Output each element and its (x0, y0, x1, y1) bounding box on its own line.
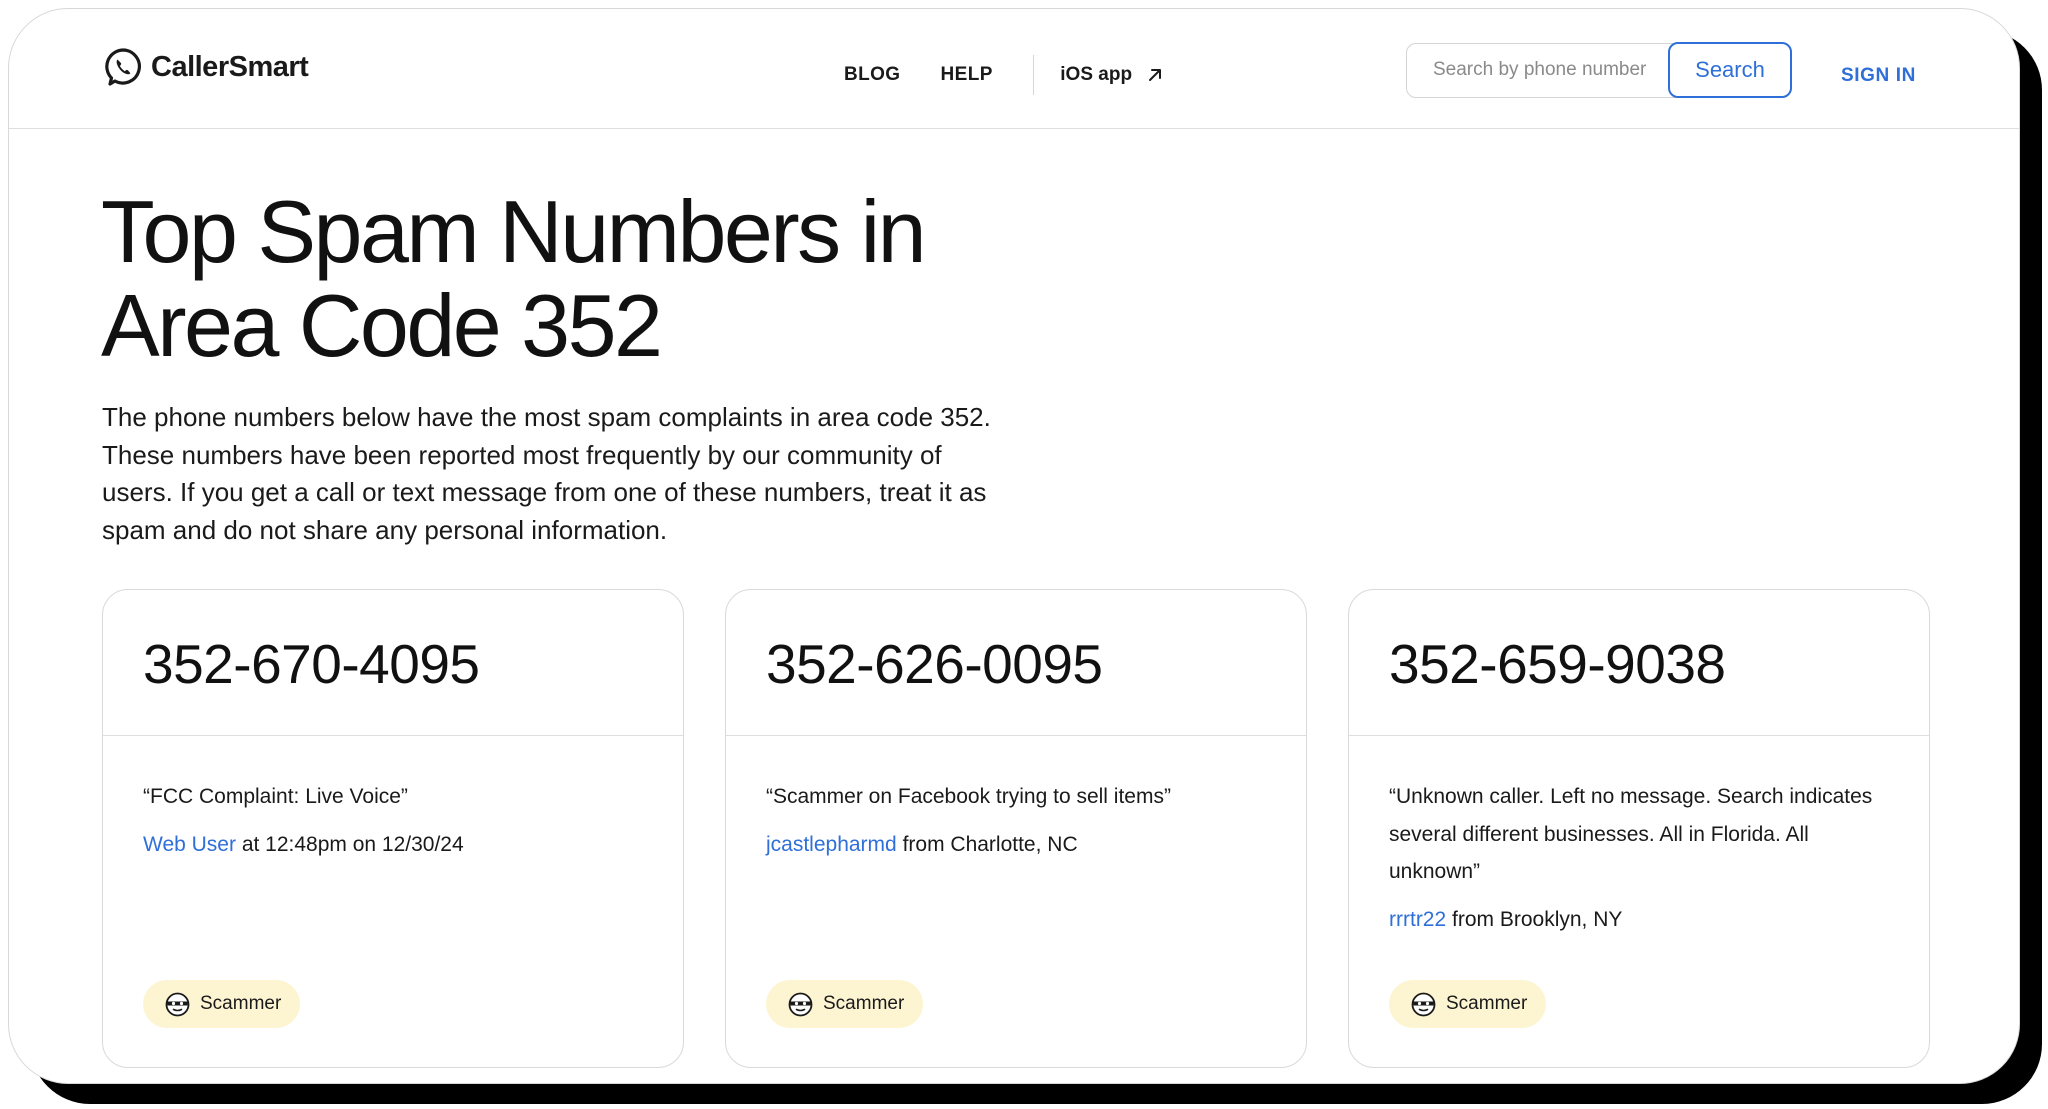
masked-face-icon (1411, 992, 1436, 1016)
intro-line: spam and do not share any personal infor… (102, 514, 668, 545)
phone-search-input[interactable] (1407, 44, 1669, 96)
report-meta: Web User at 12:48pm on 12/30/24 (143, 830, 643, 860)
main-nav: BLOG HELP iOS app (844, 55, 1164, 95)
badge-label: Scammer (823, 993, 905, 1014)
report-detail: from Brooklyn, NY (1446, 907, 1623, 931)
scammer-badge: Scammer (1389, 980, 1547, 1028)
page-title-line-2: Area Code 352 (101, 276, 663, 375)
logo[interactable]: CallerSmart (103, 47, 309, 87)
card-body: “Scammer on Facebook trying to sell item… (726, 736, 1306, 860)
nav-divider (1032, 55, 1035, 95)
phone-number[interactable]: 352-626-0095 (766, 632, 1306, 696)
card-header: 352-626-0095 (726, 590, 1306, 736)
badge-label: Scammer (200, 993, 282, 1014)
nav-blog-link[interactable]: BLOG (844, 64, 901, 86)
card-header: 352-659-9038 (1349, 590, 1929, 736)
nav-help-link[interactable]: HELP (941, 64, 993, 86)
scammer-badge: Scammer (143, 980, 301, 1028)
quote-line: “Unknown caller. Left no message. Search… (1389, 785, 1873, 808)
reporter-link[interactable]: jcastlepharmd (766, 833, 897, 856)
spam-number-card[interactable]: 352-670-4095 “FCC Complaint: Live Voice”… (102, 589, 684, 1068)
intro-paragraph: The phone numbers below have the most sp… (102, 399, 1032, 549)
complaint-quote: “Scammer on Facebook trying to sell item… (766, 785, 1171, 808)
badge-label: Scammer (1446, 993, 1528, 1014)
reporter-link[interactable]: rrrtr22 (1389, 908, 1446, 931)
logo-text: CallerSmart (151, 50, 309, 83)
intro-line: The phone numbers below have the most sp… (102, 402, 991, 432)
report-detail: from Charlotte, NC (896, 832, 1078, 856)
intro-line: These numbers have been reported most fr… (102, 439, 942, 470)
reporter-link[interactable]: Web User (143, 833, 236, 856)
page-title-line-1: Top Spam Numbers in (101, 182, 927, 281)
phone-logo-icon (105, 48, 141, 86)
masked-face-icon (165, 992, 190, 1016)
search-button[interactable]: Search (1668, 42, 1792, 98)
external-link-arrow-icon (1149, 69, 1162, 81)
card-body: “Unknown caller. Left no message. Search… (1349, 736, 1929, 935)
ios-app-label: iOS app (1060, 64, 1133, 85)
intro-line: users. If you get a call or text message… (102, 477, 987, 507)
sign-in-link[interactable]: SIGN IN (1841, 65, 1916, 87)
quote-line: several different businesses. All in Flo… (1389, 822, 1809, 846)
page-frame: CallerSmart BLOG HELP iOS app Search SIG… (0, 0, 2048, 1109)
report-meta: jcastlepharmd from Charlotte, NC (766, 830, 1266, 860)
card-header: 352-670-4095 (103, 590, 683, 736)
phone-search-form: Search (1406, 42, 1792, 98)
masked-face-icon (788, 992, 813, 1016)
site-header: CallerSmart BLOG HELP iOS app Search SIG… (9, 9, 2019, 129)
card-body: “FCC Complaint: Live Voice” Web User at … (103, 736, 683, 860)
quote-line: unknown” (1389, 860, 1481, 883)
spam-number-card[interactable]: 352-626-0095 “Scammer on Facebook trying… (725, 589, 1307, 1068)
report-meta: rrrtr22 from Brooklyn, NY (1389, 905, 1889, 935)
page-title: Top Spam Numbers in Area Code 352 (101, 185, 1001, 373)
browser-viewport: CallerSmart BLOG HELP iOS app Search SIG… (8, 8, 2020, 1084)
phone-number[interactable]: 352-659-9038 (1389, 632, 1929, 696)
phone-number[interactable]: 352-670-4095 (143, 632, 683, 696)
scammer-badge: Scammer (766, 980, 924, 1028)
complaint-quote: “Unknown caller. Left no message. Search… (1389, 778, 1889, 891)
nav-ios-app-link[interactable]: iOS app (1060, 64, 1164, 86)
report-detail: at 12:48pm on 12/30/24 (235, 832, 464, 856)
spam-number-card[interactable]: 352-659-9038 “Unknown caller. Left no me… (1348, 589, 1930, 1068)
complaint-quote: “FCC Complaint: Live Voice” (143, 785, 408, 808)
